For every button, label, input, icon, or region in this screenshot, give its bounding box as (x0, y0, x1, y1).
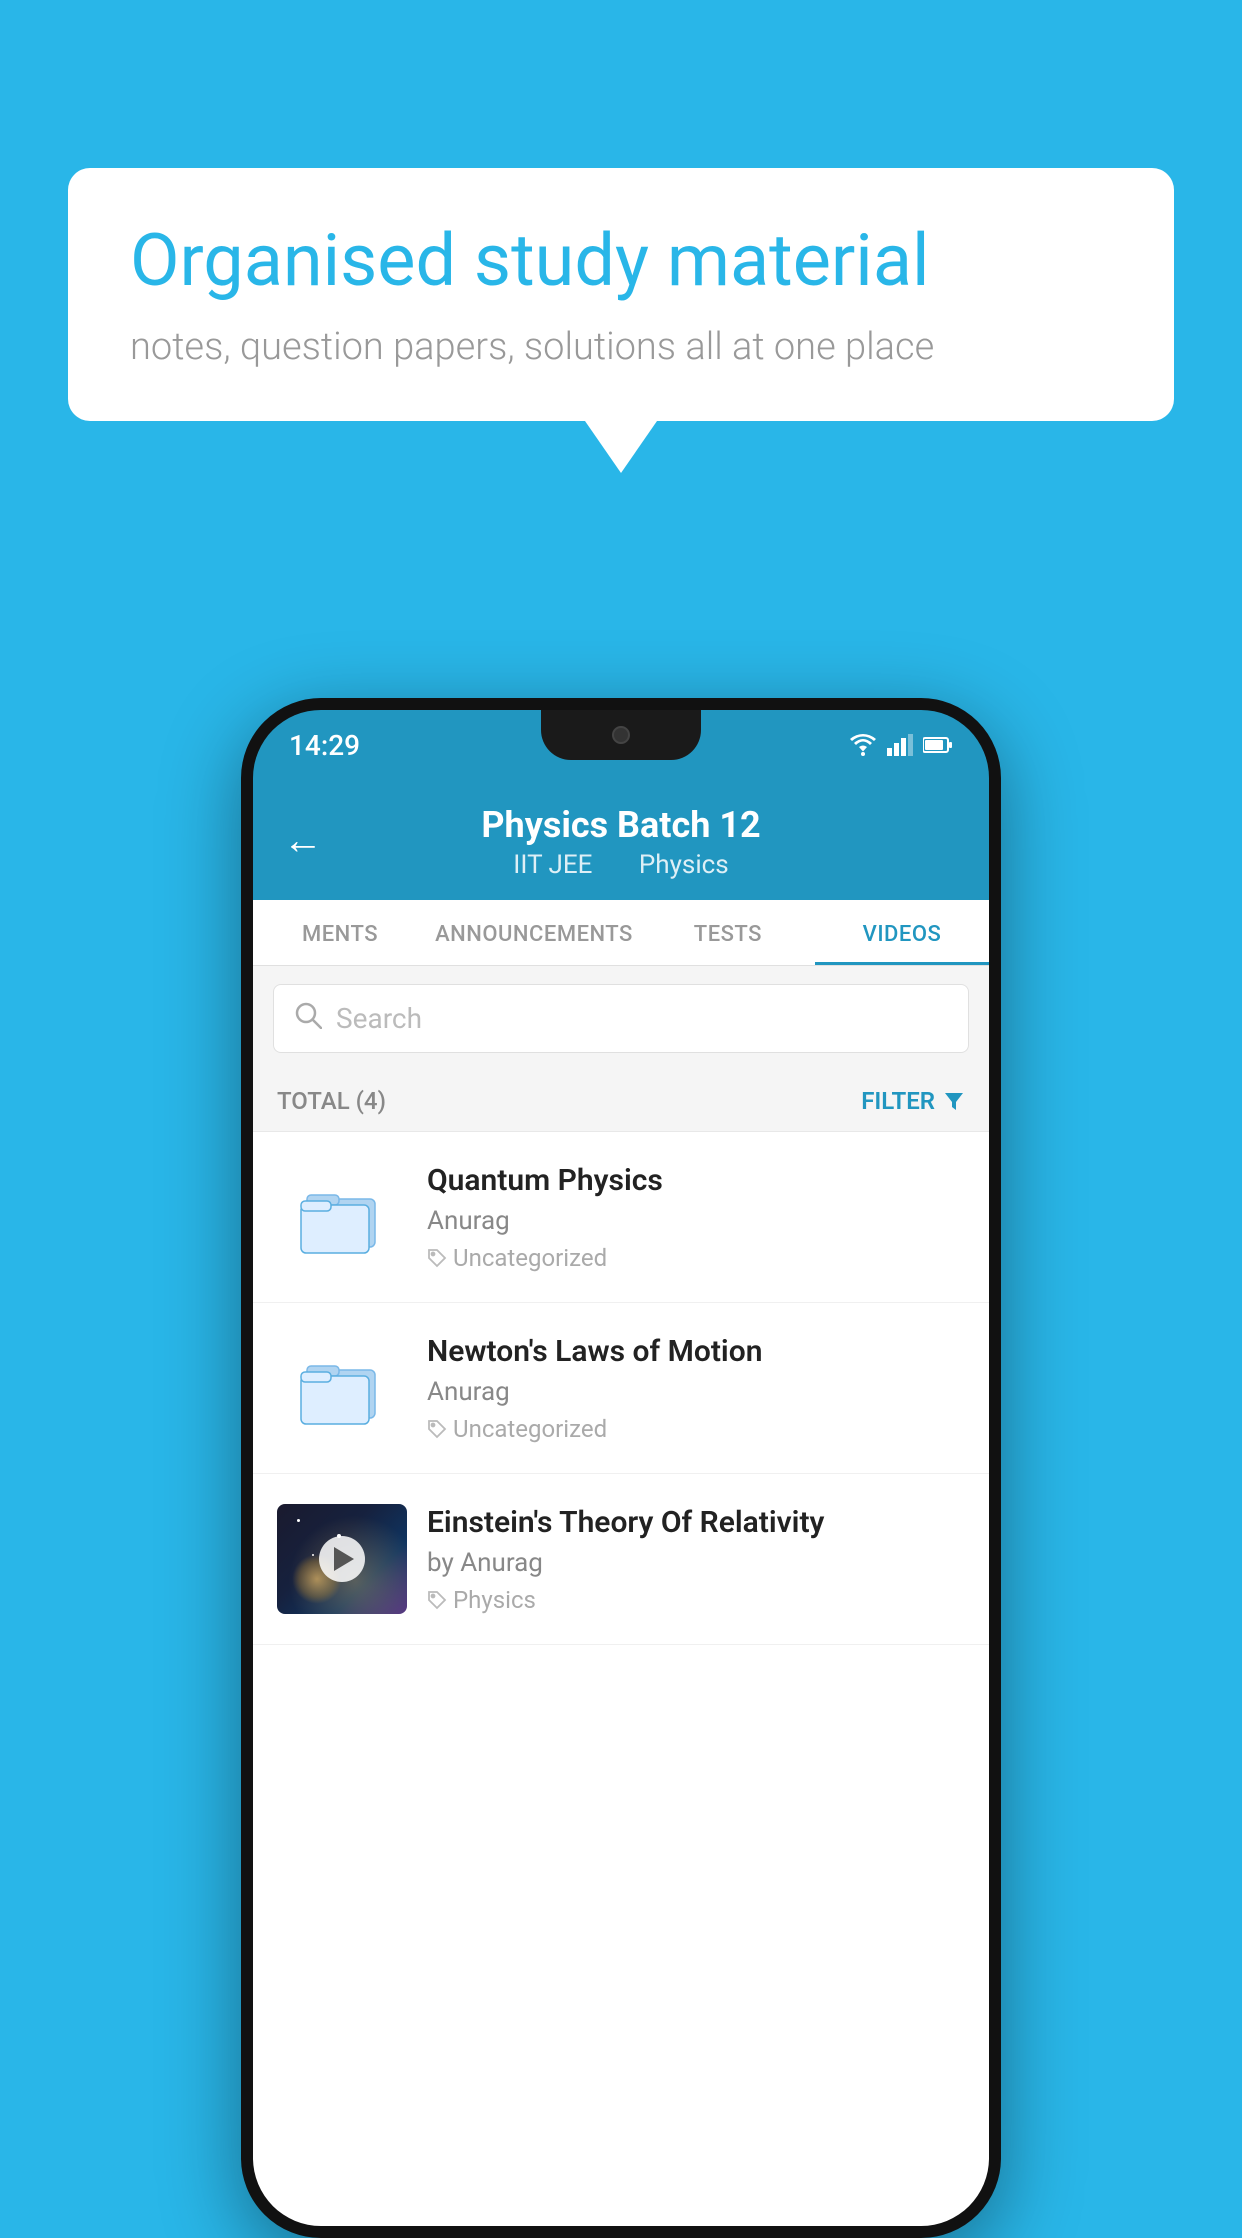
star-decoration (297, 1519, 300, 1522)
video-title-3: Einstein's Theory Of Relativity (427, 1505, 965, 1540)
signal-icon (887, 734, 913, 756)
video-author-3: by Anurag (427, 1548, 965, 1578)
tab-videos[interactable]: VIDEOS (815, 900, 989, 965)
play-triangle (334, 1547, 354, 1571)
tag-icon (427, 1419, 447, 1439)
filter-button[interactable]: FILTER (861, 1087, 965, 1115)
search-placeholder: Search (336, 1002, 422, 1035)
status-bar: 14:29 (253, 710, 989, 780)
video-tag-3: Physics (427, 1586, 965, 1614)
speech-bubble-arrow (585, 421, 657, 473)
tab-announcements[interactable]: ANNOUNCEMENTS (427, 900, 641, 965)
video-info-1: Quantum Physics Anurag Uncategorized (427, 1163, 965, 1272)
video-info-2: Newton's Laws of Motion Anurag Uncategor… (427, 1334, 965, 1443)
video-list: Quantum Physics Anurag Uncategorized (253, 1132, 989, 1645)
folder-thumb-2 (277, 1333, 407, 1443)
folder-icon (297, 1177, 387, 1257)
video-thumbnail-3 (277, 1504, 407, 1614)
speech-bubble: Organised study material notes, question… (68, 168, 1174, 421)
speech-bubble-title: Organised study material (130, 220, 1112, 303)
battery-icon (923, 736, 953, 754)
notch (541, 710, 701, 760)
filter-row: TOTAL (4) FILTER (253, 1071, 989, 1132)
status-time: 14:29 (289, 729, 360, 762)
tag-icon (427, 1590, 447, 1610)
header-title: Physics Batch 12 (289, 804, 953, 846)
header-subtitle-part1: IIT JEE (513, 850, 592, 880)
video-author-2: Anurag (427, 1377, 965, 1407)
tab-tests[interactable]: TESTS (641, 900, 815, 965)
video-tag-1: Uncategorized (427, 1244, 965, 1272)
search-icon (294, 1001, 322, 1036)
tab-ments[interactable]: MENTS (253, 900, 427, 965)
list-item[interactable]: Quantum Physics Anurag Uncategorized (253, 1132, 989, 1303)
folder-icon (297, 1348, 387, 1428)
video-title-1: Quantum Physics (427, 1163, 965, 1198)
search-container: Search (253, 966, 989, 1071)
video-info-3: Einstein's Theory Of Relativity by Anura… (427, 1505, 965, 1614)
tag-icon (427, 1248, 447, 1268)
phone-screen: ← Physics Batch 12 IIT JEE Physics MENTS… (253, 780, 989, 2226)
folder-thumb-1 (277, 1162, 407, 1272)
phone-frame: 14:29 (241, 698, 1001, 2238)
play-button[interactable] (319, 1536, 365, 1582)
video-author-1: Anurag (427, 1206, 965, 1236)
total-count: TOTAL (4) (277, 1087, 386, 1115)
video-title-2: Newton's Laws of Motion (427, 1334, 965, 1369)
tabs-bar: MENTS ANNOUNCEMENTS TESTS VIDEOS (253, 900, 989, 966)
speech-bubble-container: Organised study material notes, question… (68, 168, 1174, 473)
camera-dot (612, 726, 630, 744)
app-header: ← Physics Batch 12 IIT JEE Physics (253, 780, 989, 900)
speech-bubble-subtitle: notes, question papers, solutions all at… (130, 325, 1112, 369)
video-tag-2: Uncategorized (427, 1415, 965, 1443)
filter-icon (943, 1090, 965, 1112)
back-button[interactable]: ← (283, 817, 323, 864)
list-item[interactable]: Einstein's Theory Of Relativity by Anura… (253, 1474, 989, 1645)
header-subtitle: IIT JEE Physics (289, 850, 953, 880)
list-item[interactable]: Newton's Laws of Motion Anurag Uncategor… (253, 1303, 989, 1474)
wifi-icon (849, 734, 877, 756)
status-icons (849, 734, 953, 756)
header-subtitle-part2: Physics (639, 850, 729, 880)
search-box[interactable]: Search (273, 984, 969, 1053)
